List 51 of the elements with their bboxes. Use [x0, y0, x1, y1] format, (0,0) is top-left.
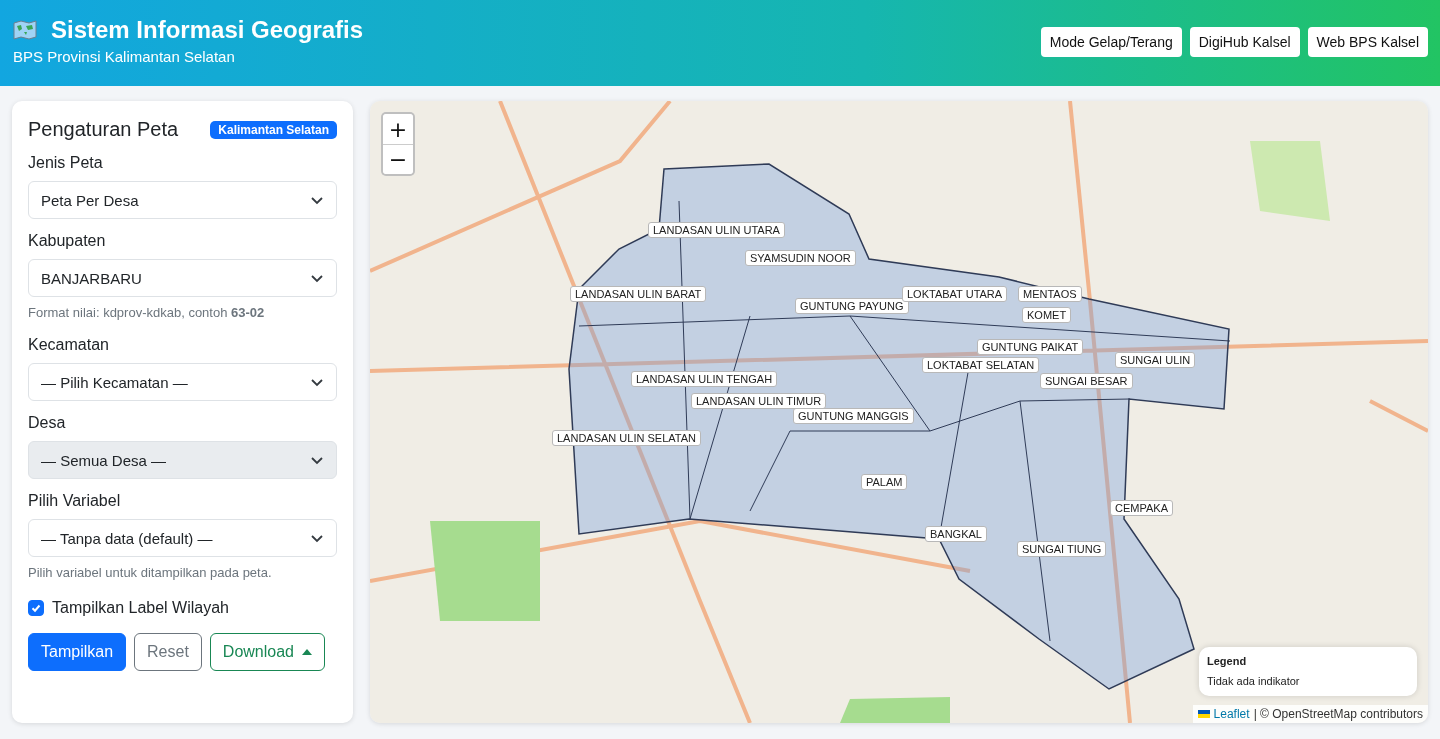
caret-up-icon [302, 649, 312, 655]
checkmark-icon [30, 602, 42, 614]
select-field[interactable]: — Tanpa data (default) — [28, 519, 337, 557]
region-label: PALAM [861, 474, 908, 490]
leaflet-link[interactable]: Leaflet [1213, 707, 1250, 721]
select-field[interactable]: BANJARBARU [28, 259, 337, 297]
region-label: SUNGAI TIUNG [1017, 541, 1107, 557]
region-label: MENTAOS [1018, 286, 1082, 302]
select-field[interactable]: — Pilih Kecamatan — [28, 363, 337, 401]
attribution-text: | © OpenStreetMap contributors [1253, 707, 1423, 721]
region-label: GUNTUNG PAYUNG [795, 298, 909, 314]
action-button[interactable]: Reset [134, 633, 202, 671]
dropdown-button[interactable]: Download [209, 633, 325, 671]
region-label: LANDASAN ULIN SELATAN [552, 430, 701, 446]
field-label: Jenis Peta [28, 154, 104, 172]
app-title: Sistem Informasi Geografis [51, 16, 364, 44]
header-button[interactable]: Mode Gelap/Terang [1040, 27, 1182, 57]
region-label: KOMET [1022, 307, 1072, 323]
map-icon [13, 20, 37, 40]
region-label: LANDASAN ULIN TENGAH [631, 371, 778, 387]
region-label: GUNTUNG MANGGIS [793, 408, 914, 424]
header-button[interactable]: DigiHub Kalsel [1189, 27, 1300, 57]
header-button[interactable]: Web BPS Kalsel [1307, 27, 1428, 57]
zoom-out-button[interactable]: − [383, 144, 413, 174]
region-label: SUNGAI ULIN [1115, 352, 1196, 368]
flag-icon [1197, 710, 1210, 718]
region-label: SYAMSUDIN NOOR [745, 250, 856, 266]
region-label: BANGKAL [925, 526, 987, 542]
field-label: Kecamatan [28, 336, 110, 354]
region-label: LANDASAN ULIN BARAT [570, 286, 707, 302]
help-text: Pilih variabel untuk ditampilkan pada peta. [28, 565, 273, 580]
region-label: CEMPAKA [1110, 500, 1173, 516]
help-text: Format nilai: kdprov-kdkab, contoh 63-02 [28, 305, 266, 320]
field-label: Kabupaten [28, 232, 107, 250]
action-button[interactable]: Tampilkan [28, 633, 127, 671]
region-badge: Kalimantan Selatan [210, 120, 337, 139]
region-label: LOKTABAT UTARA [902, 286, 1008, 302]
legend-title: Legend [1207, 655, 1248, 667]
region-label: LANDASAN ULIN UTARA [648, 222, 785, 238]
app-subtitle: BPS Provinsi Kalimantan Selatan [13, 48, 236, 65]
region-label: LANDASAN ULIN TIMUR [691, 393, 827, 409]
checkbox-label: Tampilkan Label Wilayah [52, 599, 229, 617]
legend-text: Tidak ada indikator [1207, 675, 1301, 687]
region-label: GUNTUNG PAIKAT [977, 339, 1084, 355]
field-label: Pilih Variabel [28, 492, 122, 510]
panel-title: Pengaturan Peta [28, 118, 179, 141]
field-label: Desa [28, 414, 67, 432]
region-label: LOKTABAT SELATAN [922, 357, 1040, 373]
select-field[interactable]: Peta Per Desa [28, 181, 337, 219]
region-label: SUNGAI BESAR [1040, 373, 1133, 389]
checkbox[interactable] [28, 600, 44, 616]
